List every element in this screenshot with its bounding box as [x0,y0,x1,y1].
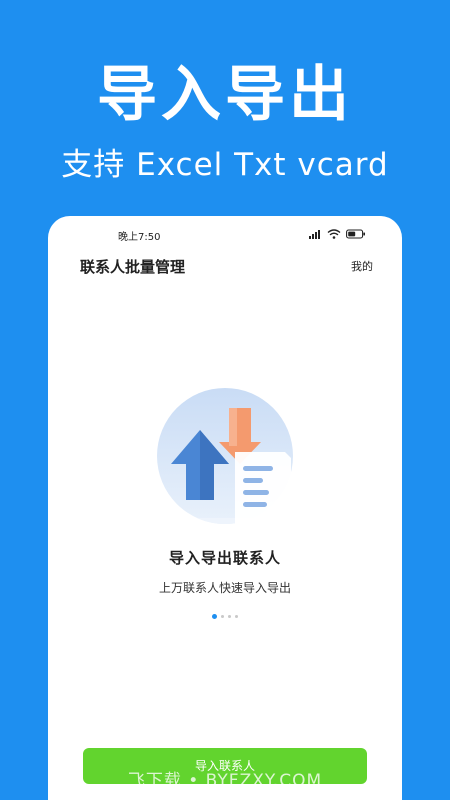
app-title: 联系人批量管理 [80,258,186,276]
hd-signal-icon [309,230,320,239]
page-dot[interactable] [235,615,238,618]
status-bar: 晚上7:50 [48,216,402,252]
banner-title: 导入导出 [97,60,353,130]
page-indicator [48,614,402,619]
feature-title: 导入导出联系人 [168,549,281,567]
status-time: 晚上7:50 [118,232,161,243]
phone-screen: 晚上7:50 联系人批量管理 我的 导入导出联系人 上万联系人快速导入导出 导入… [48,216,402,800]
banner-subtitle: 支持 Excel Txt vcard [61,147,389,183]
battery-icon [346,229,365,239]
wifi-icon [327,229,341,239]
page-dot[interactable] [221,615,224,618]
feature-description: 上万联系人快速导入导出 [158,581,291,595]
status-icons [308,229,366,239]
watermark: 飞下载 • BYFZXY.COM [127,771,323,791]
page-dot[interactable] [228,615,231,618]
page-dot-active[interactable] [212,614,217,619]
promo-screenshot: 导入导出 支持 Excel Txt vcard 晚上7:50 联系人批量管理 我… [0,0,450,800]
import-export-illustration [157,388,293,524]
app-header: 联系人批量管理 我的 [48,256,402,280]
mine-button[interactable]: 我的 [351,259,373,275]
document-icon [235,452,291,524]
